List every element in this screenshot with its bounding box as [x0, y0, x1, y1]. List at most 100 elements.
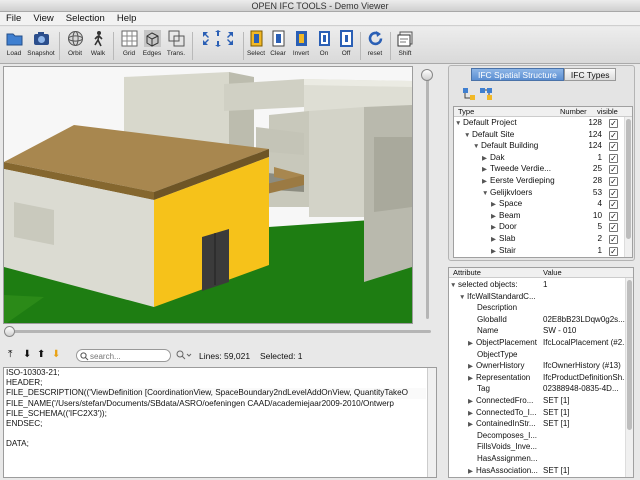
menu-selection[interactable]: Selection	[60, 12, 111, 25]
attribute-row[interactable]: ▼ IfcWallStandardC...	[449, 292, 633, 304]
tree-row[interactable]: ▼ Gelijkvloers 53 ✓	[454, 188, 632, 200]
visible-checkbox[interactable]: ✓	[609, 223, 618, 233]
expanded-triangle-icon[interactable]: ▼	[482, 190, 490, 197]
tree-row[interactable]: ▼ Default Building 124 ✓	[454, 141, 632, 153]
menu-view[interactable]: View	[27, 12, 59, 25]
tree-row[interactable]: ▶ Tweede Verdie... 25 ✓	[454, 164, 632, 176]
attribute-row[interactable]: HasAssignmen...	[449, 454, 633, 466]
expanded-triangle-icon[interactable]: ▼	[459, 294, 467, 301]
orbit-button[interactable]: Orbit	[65, 30, 85, 57]
attribute-row[interactable]: ▶ ObjectPlacement IfcLocalPlacement (#2...	[449, 338, 633, 350]
visible-checkbox[interactable]: ✓	[609, 211, 618, 221]
console-scrollbar[interactable]	[427, 368, 436, 477]
column-attribute[interactable]: Attribute	[453, 268, 481, 277]
load-button[interactable]: Load	[4, 30, 24, 57]
horizontal-slider-knob[interactable]	[4, 326, 15, 337]
on-button[interactable]: On	[314, 30, 334, 57]
transparency-button[interactable]: Trans.	[165, 30, 187, 57]
attribute-scrollbar[interactable]	[625, 278, 633, 477]
column-value[interactable]: Value	[543, 268, 562, 277]
zoom-slider[interactable]	[417, 66, 437, 324]
collapsed-triangle-icon[interactable]: ▶	[491, 223, 499, 231]
menu-file[interactable]: File	[0, 12, 27, 25]
shift-button[interactable]: Shift	[394, 30, 416, 57]
3d-viewport[interactable]	[3, 66, 413, 324]
tab-spatial-structure[interactable]: IFC Spatial Structure	[471, 68, 564, 81]
attribute-row[interactable]: ▶ ConnectedTo_I... SET [1]	[449, 408, 633, 420]
menu-help[interactable]: Help	[111, 12, 143, 25]
tree-row[interactable]: ▼ Default Site 124 ✓	[454, 130, 632, 142]
tree-scrollbar[interactable]	[624, 117, 632, 257]
expanded-triangle-icon[interactable]: ▼	[450, 282, 458, 289]
ifc-source-console[interactable]: ISO-10303-21; HEADER; FILE_DESCRIPTION((…	[3, 367, 437, 478]
snapshot-button[interactable]: Snapshot	[26, 30, 56, 57]
column-visible[interactable]: visible	[597, 107, 618, 116]
attribute-row[interactable]: ObjectType	[449, 350, 633, 362]
visible-checkbox[interactable]: ✓	[609, 246, 618, 256]
tree-row[interactable]: ▶ Door 5 ✓	[454, 222, 632, 234]
expand-tree-icon[interactable]	[462, 87, 476, 101]
walk-button[interactable]: Walk	[88, 30, 108, 57]
scroll-up-icon[interactable]: ⬆	[37, 349, 45, 360]
collapsed-triangle-icon[interactable]: ▶	[468, 409, 476, 417]
zoom-slider-knob[interactable]	[421, 69, 433, 81]
collapse-tree-icon[interactable]	[479, 87, 493, 101]
expanded-triangle-icon[interactable]: ▼	[464, 132, 472, 139]
attribute-row[interactable]: ▼ selected objects: 1	[449, 280, 633, 292]
visible-checkbox[interactable]: ✓	[609, 188, 618, 198]
visible-checkbox[interactable]: ✓	[609, 153, 618, 163]
edges-button[interactable]: Edges	[141, 30, 163, 57]
expanded-triangle-icon[interactable]: ▼	[473, 143, 481, 150]
scroll-bottom-icon[interactable]: ⬇	[52, 349, 60, 360]
reset-button[interactable]: reset	[364, 30, 386, 57]
tree-row[interactable]: ▶ Beam 10 ✓	[454, 211, 632, 223]
attribute-row[interactable]: GlobalId 02E8bB23LDqw0g2s...	[449, 315, 633, 327]
tree-row[interactable]: ▶ Dak 1 ✓	[454, 153, 632, 165]
scroll-top-icon[interactable]: ⤒	[8, 349, 12, 360]
tree-scrollbar-thumb[interactable]	[626, 119, 631, 239]
collapsed-triangle-icon[interactable]: ▶	[482, 177, 490, 185]
collapsed-triangle-icon[interactable]: ▶	[491, 247, 499, 255]
tree-row[interactable]: ▶ Slab 2 ✓	[454, 234, 632, 246]
visible-checkbox[interactable]: ✓	[609, 142, 618, 152]
attribute-scrollbar-thumb[interactable]	[627, 280, 632, 430]
selection-arrows-button[interactable]	[198, 30, 238, 47]
off-button[interactable]: Off	[336, 30, 356, 57]
horizontal-slider[interactable]	[3, 326, 435, 337]
tab-ifc-types[interactable]: IFC Types	[563, 68, 617, 81]
grid-button[interactable]: Grid	[119, 30, 139, 57]
attribute-row[interactable]: ▶ OwnerHistory IfcOwnerHistory (#13)	[449, 361, 633, 373]
collapsed-triangle-icon[interactable]: ▶	[468, 362, 476, 370]
collapsed-triangle-icon[interactable]: ▶	[468, 339, 476, 347]
attribute-row[interactable]: FillsVoids_Inve...	[449, 442, 633, 454]
visible-checkbox[interactable]: ✓	[609, 130, 618, 140]
collapsed-triangle-icon[interactable]: ▶	[468, 397, 476, 405]
collapsed-triangle-icon[interactable]: ▶	[482, 165, 490, 173]
attribute-row[interactable]: ▶ ContainedInStr... SET [1]	[449, 419, 633, 431]
attribute-row[interactable]: ▶ HasAssociation... SET [1]	[449, 466, 633, 477]
select-button[interactable]: Select	[246, 30, 266, 57]
column-number[interactable]: Number	[560, 107, 587, 116]
expanded-triangle-icon[interactable]: ▼	[455, 120, 463, 127]
attribute-row[interactable]: Tag 02388948-0835-4D...	[449, 384, 633, 396]
attribute-row[interactable]: Name SW - 010	[449, 326, 633, 338]
collapsed-triangle-icon[interactable]: ▶	[491, 200, 499, 208]
tree-row[interactable]: ▶ Eerste Verdieping 28 ✓	[454, 176, 632, 188]
clear-button[interactable]: Clear	[268, 30, 288, 57]
collapsed-triangle-icon[interactable]: ▶	[491, 212, 499, 220]
attribute-row[interactable]: Description	[449, 303, 633, 315]
scroll-down-icon[interactable]: ⬇	[23, 349, 31, 360]
search-field[interactable]	[76, 349, 171, 362]
attribute-row[interactable]: ▶ ConnectedFro... SET [1]	[449, 396, 633, 408]
invert-button[interactable]: Invert	[290, 30, 312, 57]
visible-checkbox[interactable]: ✓	[609, 119, 618, 128]
visible-checkbox[interactable]: ✓	[609, 165, 618, 175]
tree-row[interactable]: ▶ Space 4 ✓	[454, 199, 632, 211]
tree-row[interactable]: ▼ Default Project 128 ✓	[454, 118, 632, 130]
search-input[interactable]	[90, 351, 168, 361]
attribute-row[interactable]: ▶ Representation IfcProductDefinitionSh...	[449, 373, 633, 385]
search-options-icon[interactable]	[176, 350, 192, 360]
visible-checkbox[interactable]: ✓	[609, 200, 618, 210]
collapsed-triangle-icon[interactable]: ▶	[468, 374, 476, 382]
column-type[interactable]: Type	[458, 107, 474, 116]
